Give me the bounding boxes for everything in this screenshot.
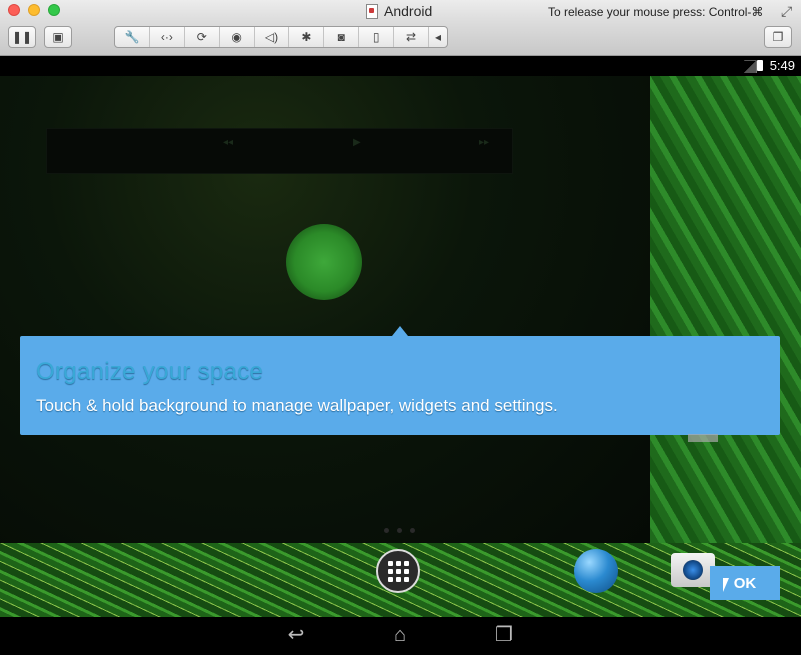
mouse-icon[interactable]: ▯ xyxy=(359,27,395,47)
all-apps-button[interactable] xyxy=(376,549,420,593)
media-widget: ◂◂ ▶ ▸▸ xyxy=(46,128,513,174)
android-screen[interactable]: 5:49 ◂◂ ▶ ▸▸ Organize your space Touch &… xyxy=(0,56,801,655)
rewind-icon: ◂◂ xyxy=(223,137,234,148)
release-mouse-hint: To release your mouse press: Control-⌘ xyxy=(548,5,764,19)
document-icon xyxy=(366,3,378,19)
emulator-toolbar: ❚❚ ▣ 🔧 ‹·› ⟳ ◉ ◁) ✱ ◙ ▯ ⇄ ◂ ❐ xyxy=(0,22,801,56)
rotate-icon[interactable]: ⟳ xyxy=(185,27,220,47)
page-dot xyxy=(410,528,415,533)
wallpaper[interactable] xyxy=(650,76,801,543)
fullscreen-icon[interactable]: ⤢ xyxy=(781,3,797,19)
windows-icon: ❐ xyxy=(772,30,784,44)
volume-icon[interactable]: ◁) xyxy=(255,27,290,47)
windows-button[interactable]: ❐ xyxy=(764,26,792,48)
gps-icon[interactable]: ◉ xyxy=(220,27,255,47)
wrench-icon[interactable]: 🔧 xyxy=(115,27,150,47)
collapse-icon[interactable]: ◂ xyxy=(429,27,447,47)
window-titlebar: Android To release your mouse press: Con… xyxy=(0,0,801,22)
play-icon: ▶ xyxy=(353,137,361,148)
device-controls-group: 🔧 ‹·› ⟳ ◉ ◁) ✱ ◙ ▯ ⇄ ◂ xyxy=(114,26,448,48)
camera-lens xyxy=(683,560,703,580)
window-title: Android xyxy=(366,3,432,19)
browser-icon[interactable] xyxy=(574,549,618,593)
pause-icon: ❚❚ xyxy=(11,30,33,44)
pause-button[interactable]: ❚❚ xyxy=(8,26,36,48)
organize-space-cling: Organize your space Touch & hold backgro… xyxy=(20,336,780,435)
cling-pointer xyxy=(392,326,408,336)
window-title-text: Android xyxy=(384,3,433,19)
mouse-cursor xyxy=(723,578,729,592)
forward-icon: ▸▸ xyxy=(479,137,490,148)
minimize-window-button[interactable] xyxy=(28,4,40,16)
back-icon[interactable]: ↩ xyxy=(281,625,311,645)
android-robot-icon xyxy=(688,434,718,442)
home-icon[interactable]: ⌂ xyxy=(385,625,415,645)
status-bar: 5:49 xyxy=(0,56,801,76)
screenshot-button[interactable]: ▣ xyxy=(44,26,72,48)
ok-button[interactable]: OK xyxy=(710,566,780,600)
recents-icon[interactable]: ❐ xyxy=(489,625,519,645)
page-dot xyxy=(397,528,402,533)
page-indicator xyxy=(384,528,415,533)
page-dot xyxy=(384,528,389,533)
camera-icon[interactable]: ◙ xyxy=(324,27,360,47)
signal-icon xyxy=(744,60,757,73)
close-window-button[interactable] xyxy=(8,4,20,16)
camera-app-icon[interactable] xyxy=(671,553,715,587)
screenshot-icon: ▣ xyxy=(52,30,64,44)
battery-icon xyxy=(757,60,763,71)
navigation-bar: ↩ ⌂ ❐ xyxy=(0,617,801,655)
bluetooth-icon[interactable]: ✱ xyxy=(289,27,325,47)
status-clock: 5:49 xyxy=(769,58,795,73)
cling-target-glow xyxy=(286,224,362,300)
cling-body: Touch & hold background to manage wallpa… xyxy=(36,396,558,415)
arrows-icon[interactable]: ‹·› xyxy=(150,27,185,47)
refresh-icon[interactable]: ⇄ xyxy=(394,27,430,47)
zoom-window-button[interactable] xyxy=(48,4,60,16)
cling-title: Organize your space xyxy=(36,358,264,385)
